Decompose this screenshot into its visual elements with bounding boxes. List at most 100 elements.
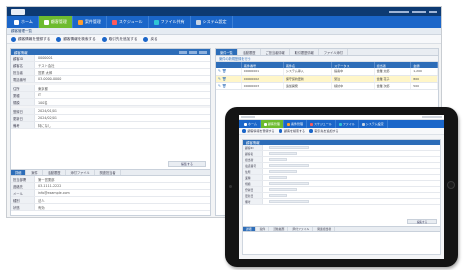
right-tab-4[interactable]: ファイル添付 — [320, 49, 348, 55]
search-customer-action[interactable]: 顧客情報を検索する — [56, 36, 96, 42]
tablet-subtab-2[interactable]: 活動履歴 — [270, 227, 289, 231]
tablet-field-value — [263, 181, 309, 186]
right-tab-0[interactable]: 案件一覧 — [216, 49, 238, 55]
tablet-nav: ホーム 顧客管理 案件管理 スケジュール ファイル システム設定 — [239, 120, 444, 128]
subfield-label: 連絡先 — [11, 183, 35, 189]
row-actions[interactable]: ✎ 🗑 — [216, 75, 242, 83]
top-bar — [7, 7, 441, 16]
subfield-value: info@example.com — [38, 191, 70, 195]
right-tab-2[interactable]: ご担当者情報 — [262, 49, 290, 55]
field-label: 登録日 — [11, 108, 35, 114]
table-cell: 検討中 — [331, 82, 375, 90]
register-customer-action[interactable]: 顧客情報を登録する — [11, 36, 51, 42]
table-row[interactable]: ✎ 🗑 00000003 追加開発 検討中 営業 次郎 500 — [216, 82, 438, 90]
subtab-1[interactable]: 案件 — [27, 170, 43, 175]
field-row: 顧客名 テスト会社 — [11, 62, 210, 69]
tablet-field-label: 規模 — [243, 181, 263, 186]
nav-item-5[interactable]: システム設定 — [191, 16, 233, 28]
customer-fields: 顧客ID 0000001 顧客名 テスト会社 担当者 営業 太郎 電話番号 03-0000-0… — [11, 55, 210, 129]
nav-item-4[interactable]: ファイル共有 — [149, 16, 191, 28]
subtab-0[interactable]: 詳細 — [11, 170, 27, 175]
subfield-value: 有効 — [38, 205, 45, 210]
add-partner-action[interactable]: 取引先を追加する — [101, 36, 137, 42]
nav-item-2[interactable]: 案件管理 — [73, 16, 107, 28]
table-cell: システム導入 — [283, 68, 333, 76]
home-button[interactable] — [447, 181, 455, 189]
nav-item-0[interactable]: ホーム — [9, 16, 39, 28]
tablet-action-1[interactable]: 顧客を検索する — [278, 129, 305, 133]
page-subtitle-bar: 顧客管理一覧 — [7, 28, 441, 35]
field-row: 業種 IT — [11, 92, 210, 99]
tablet-subtab-3[interactable]: 添付ファイル — [289, 227, 314, 231]
field-label: 顧客名 — [11, 62, 35, 68]
tablet-action-2[interactable]: 取引先を追加する — [309, 129, 339, 133]
add-circle-icon — [101, 36, 107, 42]
action-label: 顧客情報を検索する — [63, 36, 96, 41]
tablet-edit-button[interactable]: 編集する — [407, 219, 437, 224]
back-action[interactable]: 戻る — [143, 36, 158, 42]
row-actions[interactable]: ✎ 🗑 — [216, 82, 242, 90]
table-cell: 営業 太郎 — [374, 68, 412, 76]
subtab-4[interactable]: 関連担当者 — [96, 170, 121, 175]
tablet-action-0[interactable]: 顧客情報を登録する — [242, 129, 275, 133]
tablet-subtab-0[interactable]: 詳細 — [243, 227, 256, 231]
delete-icon[interactable]: 🗑 — [222, 84, 226, 88]
row-actions[interactable]: ✎ 🗑 — [216, 68, 242, 76]
tablet-nav-item-1[interactable]: 顧客管理 — [260, 120, 284, 128]
tablet-field-label: 担当者 — [243, 157, 263, 162]
tablet-nav-item-0[interactable]: ホーム — [241, 120, 261, 128]
tablet-field-value — [263, 151, 297, 156]
detail-subfields: 担当部署 第一営業部 連絡先 03-1111-2222 メール info@example.… — [11, 176, 210, 211]
tablet-nav-item-3[interactable]: スケジュール — [307, 120, 336, 128]
nav-item-3[interactable]: スケジュール — [107, 16, 149, 28]
tablet-action-bar: 顧客情報を登録する 顧客を検索する 取引先を追加する — [239, 128, 444, 135]
tablet-nav-label: ファイル — [342, 122, 355, 126]
pager[interactable] — [179, 50, 207, 54]
tablet-nav-label: 顧客管理 — [267, 122, 280, 126]
edit-button[interactable]: 編集する — [168, 161, 206, 167]
action-label: 顧客情報を登録する — [18, 36, 51, 41]
tablet-field-label: 業種 — [243, 175, 263, 180]
home-icon — [14, 19, 19, 25]
field-value: 03-0000-0000 — [38, 77, 62, 81]
tablet-nav-item-4[interactable]: ファイル — [336, 120, 359, 128]
tablet-field-value — [263, 187, 297, 192]
field-value: 2024/01/01 — [38, 109, 58, 113]
right-tab-3[interactable]: 取引履歴情報 — [291, 49, 319, 55]
field-row: 規模 100名 — [11, 99, 210, 106]
right-tab-1[interactable]: 活動履歴 — [239, 49, 261, 55]
tablet-screen: ホーム 顧客管理 案件管理 スケジュール ファイル システム設定 顧客情報を登録する 顧客を… — [239, 115, 444, 259]
field-row: 電話番号 03-0000-0000 — [11, 76, 210, 83]
table-cell: 800 — [410, 75, 438, 83]
nav-item-label: システム設定 — [202, 19, 227, 24]
new-deal-link[interactable]: 案件の新規登録を行う — [219, 56, 251, 61]
subtab-2[interactable]: 活動履歴 — [44, 170, 66, 175]
tablet-value-box — [269, 187, 297, 192]
tablet-field-value — [263, 199, 309, 204]
action-bar: 顧客情報を登録する 顧客情報を検索する 取引先を追加する 戻る — [7, 35, 441, 44]
tablet-field-value — [263, 145, 309, 150]
tablet-value-box — [269, 181, 309, 186]
field-row: 備考 特になし — [11, 122, 210, 129]
tablet-field-value — [263, 175, 287, 180]
tablet-nav-item-2[interactable]: 案件管理 — [284, 120, 307, 128]
table-row[interactable]: ✎ 🗑 00000002 保守契約更新 受注 営業 花子 800 — [216, 75, 438, 83]
tablet-nav-label: ホーム — [248, 122, 257, 126]
settings-icon — [361, 122, 365, 126]
tablet-nav-item-5[interactable]: システム設定 — [359, 120, 388, 128]
subtab-3[interactable]: 添付ファイル — [67, 170, 95, 175]
field-label: 担当者 — [11, 69, 35, 75]
field-label: 規模 — [11, 99, 35, 105]
subfield-value: 法人 — [38, 198, 45, 203]
delete-icon[interactable]: 🗑 — [222, 77, 226, 81]
table-cell: 提案中 — [331, 68, 375, 76]
tablet-subtab-4[interactable]: 関連担当者 — [314, 227, 336, 231]
panel-title: 顧客情報 — [14, 50, 28, 55]
tablet-value-box — [269, 169, 297, 174]
delete-icon[interactable]: 🗑 — [222, 69, 226, 73]
table-row[interactable]: ✎ 🗑 00000001 システム導入 提案中 営業 太郎 1,200 — [216, 68, 438, 76]
table-cell: 営業 花子 — [374, 75, 412, 83]
nav-item-1[interactable]: 顧客管理 — [38, 16, 73, 28]
table-cell: 00000002 — [241, 75, 284, 83]
tablet-subtab-1[interactable]: 案件 — [257, 227, 270, 231]
